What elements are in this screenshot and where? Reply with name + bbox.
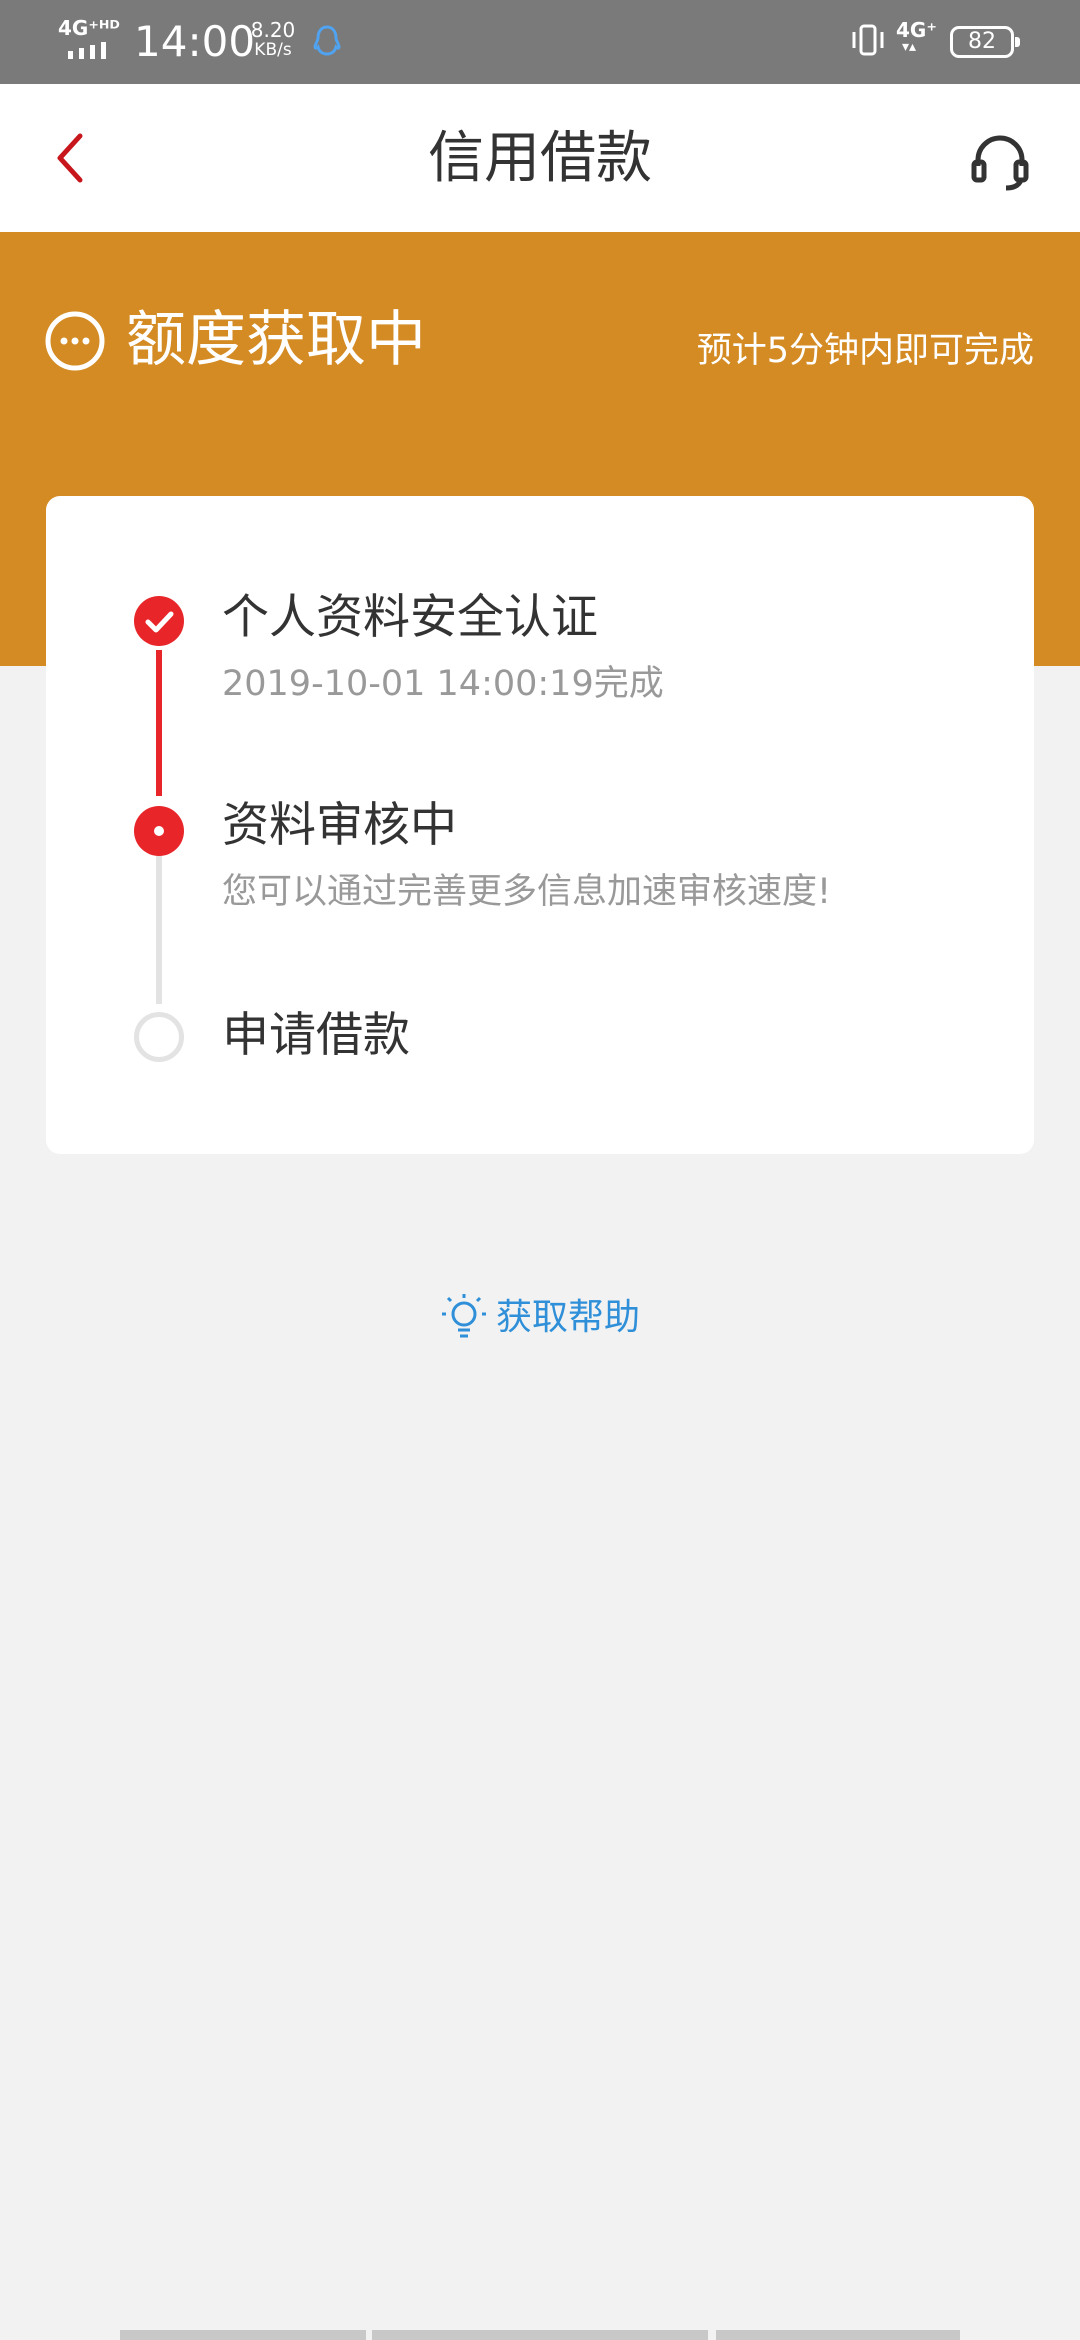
progress-card: 个人资料安全认证 2019-10-01 14:00:19完成 资料审核中 您可以… <box>46 496 1034 1154</box>
network-speed-unit: KB/s <box>254 40 292 60</box>
network-speed: 8.20 KB/s <box>250 20 296 60</box>
customer-service-button[interactable] <box>960 122 1040 202</box>
bottom-gesture-bar <box>0 2330 1080 2340</box>
app-screen: 4G⁺ᴴᴰ 14:00 8.20 KB/s 4G⁺ ▾▴ 82 信用借款 额度获… <box>0 0 1080 2340</box>
qq-notification-icon <box>312 24 342 64</box>
status-time: 14:00 <box>134 17 256 66</box>
network-indicator-left: 4G⁺ᴴᴰ <box>58 16 120 40</box>
headset-icon <box>971 135 1029 191</box>
get-help-link[interactable]: 获取帮助 <box>440 1290 640 1346</box>
step-title: 资料审核中 <box>222 798 457 853</box>
get-help-label: 获取帮助 <box>496 1297 641 1338</box>
vibrate-icon <box>848 22 888 62</box>
page-title: 信用借款 <box>428 126 652 191</box>
step-subtitle: 您可以通过完善更多信息加速审核速度! <box>222 872 832 912</box>
step-title: 申请借款 <box>222 1008 410 1063</box>
pending-step-icon <box>134 1012 184 1062</box>
battery-icon: 82 <box>950 26 1020 58</box>
network-indicator-right: 4G⁺ ▾▴ <box>896 20 937 54</box>
step-connector-pending <box>156 852 162 1004</box>
more-circle-icon <box>44 310 106 376</box>
network-speed-value: 8.20 <box>250 18 296 42</box>
battery-level: 82 <box>968 29 996 54</box>
check-circle-icon <box>134 596 184 646</box>
signal-bars-icon <box>68 42 106 59</box>
app-header: 信用借款 <box>0 84 1080 232</box>
banner-hint: 预计5分钟内即可完成 <box>696 331 1034 371</box>
step-title: 个人资料安全认证 <box>222 590 598 645</box>
active-step-icon <box>134 806 184 856</box>
step-subtitle: 2019-10-01 14:00:19完成 <box>222 664 664 704</box>
lightbulb-icon <box>442 1294 486 1338</box>
banner-title: 额度获取中 <box>126 305 426 375</box>
status-bar: 4G⁺ᴴᴰ 14:00 8.20 KB/s 4G⁺ ▾▴ 82 <box>0 0 1080 84</box>
data-arrows-icon: ▾▴ <box>902 39 917 55</box>
step-connector-done <box>156 650 162 796</box>
